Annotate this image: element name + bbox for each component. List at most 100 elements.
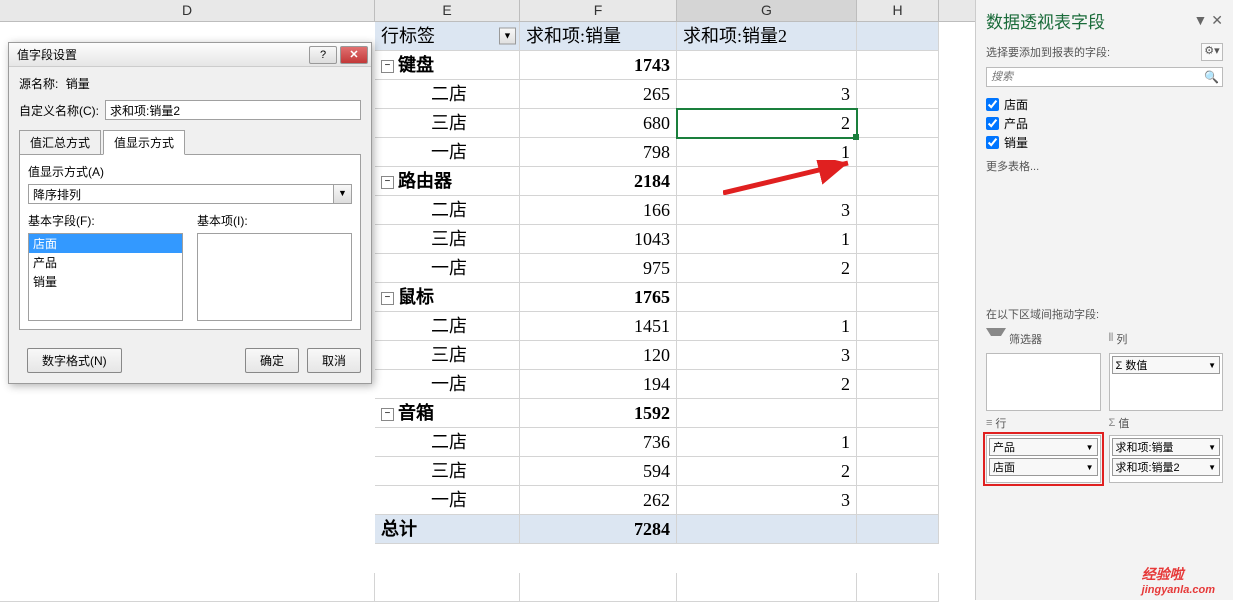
watermark: 经验啦 jingyanla.com [1142,564,1215,596]
pivot-header-sum2: 求和项:销量2 [677,22,857,51]
source-name-label: 源名称: [19,77,58,91]
cell-value[interactable]: 3 [677,341,857,370]
tab-show-values-as[interactable]: 值显示方式 [103,130,185,155]
list-item[interactable]: 店面 [29,234,182,253]
cell-value[interactable]: 2 [677,457,857,486]
collapse-icon[interactable]: − [381,408,394,421]
chevron-down-icon[interactable]: ▼ [1208,443,1216,452]
values-label: 值 [1109,415,1224,431]
more-tables-link[interactable]: 更多表格... [986,158,1223,174]
row-label: 三店 [375,457,520,486]
cell-value: 736 [520,428,677,457]
chevron-down-icon[interactable]: ▼ [1086,463,1094,472]
number-format-button[interactable]: 数字格式(N) [27,348,122,373]
col-header-g[interactable]: G [677,0,857,21]
field-item[interactable]: 店面 [986,95,1223,114]
cell-value[interactable]: 1 [677,312,857,341]
field-checkbox[interactable] [986,117,999,130]
row-label: 三店 [375,225,520,254]
pane-close-icon[interactable]: ▼ ✕ [1194,12,1223,29]
list-item[interactable]: 销量 [29,272,182,291]
grand-total-label: 总计 [375,515,520,544]
ok-button[interactable]: 确定 [245,348,299,373]
cell-value: 166 [520,196,677,225]
row-label: 一店 [375,138,520,167]
field-checkbox[interactable] [986,98,999,111]
rowlabels-dropdown-icon[interactable]: ▼ [499,28,516,45]
group-sum: 1592 [520,399,677,428]
cell-value[interactable]: 2 [677,370,857,399]
pill-product[interactable]: 产品▼ [989,438,1098,456]
help-button[interactable]: ? [309,46,337,64]
cell-value[interactable]: 1 [677,225,857,254]
group-sum: 1765 [520,283,677,312]
cell-value[interactable]: 1 [677,428,857,457]
chevron-down-icon[interactable]: ▼ [1086,443,1094,452]
tab-summarize[interactable]: 值汇总方式 [19,130,101,155]
base-item-listbox[interactable] [197,233,352,321]
gear-icon[interactable]: ⚙▾ [1201,43,1223,61]
base-field-listbox[interactable]: 店面 产品 销量 [28,233,183,321]
custom-name-input[interactable] [105,100,361,120]
show-values-as-combo[interactable]: 降序排列 ▼ [28,184,352,204]
group-header[interactable]: −键盘 [375,51,520,80]
chevron-down-icon[interactable]: ▼ [1208,361,1216,370]
pill-sum2[interactable]: 求和项:销量2▼ [1112,458,1221,476]
row-label: 一店 [375,486,520,515]
combo-arrow-icon[interactable]: ▼ [333,185,351,203]
source-name-value: 销量 [66,77,90,91]
rows-drop-area[interactable]: 产品▼ 店面▼ [986,435,1101,483]
cell-value[interactable]: 2 [677,109,857,138]
value-field-settings-dialog: 值字段设置 ? ✕ 源名称: 销量 自定义名称(C): 值汇总方式 值显示方式 … [8,42,372,384]
cancel-button[interactable]: 取消 [307,348,361,373]
collapse-icon[interactable]: − [381,176,394,189]
group-header[interactable]: −路由器 [375,167,520,196]
cell-value[interactable]: 2 [677,254,857,283]
col-header-f[interactable]: F [520,0,677,21]
pill-sum1[interactable]: 求和项:销量▼ [1112,438,1221,456]
pivot-header-rowlabels[interactable]: 行标签 ▼ [375,22,520,51]
group-header[interactable]: −鼠标 [375,283,520,312]
pill-store[interactable]: 店面▼ [989,458,1098,476]
columns-icon [1109,332,1114,345]
field-checkbox[interactable] [986,136,999,149]
cell [677,515,857,544]
cell-value[interactable]: 1 [677,138,857,167]
list-item[interactable]: 产品 [29,253,182,272]
cell-value[interactable]: 3 [677,80,857,109]
group-header[interactable]: −音箱 [375,399,520,428]
field-item[interactable]: 销量 [986,133,1223,152]
row-label: 一店 [375,370,520,399]
collapse-icon[interactable]: − [381,292,394,305]
pill-sigma-values[interactable]: Σ 数值▼ [1112,356,1221,374]
cell [677,399,857,428]
columns-drop-area[interactable]: Σ 数值▼ [1109,353,1224,411]
cell [677,283,857,312]
cell-value: 265 [520,80,677,109]
pivot-fields-pane: 数据透视表字段 ▼ ✕ 选择要添加到报表的字段: ⚙▾ 🔍 店面 产品 销量 更… [975,0,1233,600]
dialog-titlebar[interactable]: 值字段设置 ? ✕ [9,43,371,67]
col-header-d[interactable]: D [0,0,375,21]
cell-value: 194 [520,370,677,399]
cell-value[interactable]: 3 [677,196,857,225]
group-sum: 2184 [520,167,677,196]
grand-total-value: 7284 [520,515,677,544]
chevron-down-icon[interactable]: ▼ [1208,463,1216,472]
col-header-e[interactable]: E [375,0,520,21]
col-header-h[interactable]: H [857,0,939,21]
filters-drop-area[interactable] [986,353,1101,411]
close-button[interactable]: ✕ [340,46,368,64]
filters-label: 筛选器 [986,328,1101,349]
fields-search-input[interactable] [986,67,1223,87]
values-drop-area[interactable]: 求和项:销量▼ 求和项:销量2▼ [1109,435,1224,483]
field-item[interactable]: 产品 [986,114,1223,133]
rows-icon [986,417,992,429]
collapse-icon[interactable]: − [381,60,394,73]
search-icon[interactable]: 🔍 [1204,70,1219,84]
fields-subtitle: 选择要添加到报表的字段: [986,44,1110,60]
cell-value: 680 [520,109,677,138]
cell-value[interactable]: 3 [677,486,857,515]
row-label: 一店 [375,254,520,283]
show-values-as-label: 值显示方式(A) [28,163,352,180]
cell-value: 594 [520,457,677,486]
